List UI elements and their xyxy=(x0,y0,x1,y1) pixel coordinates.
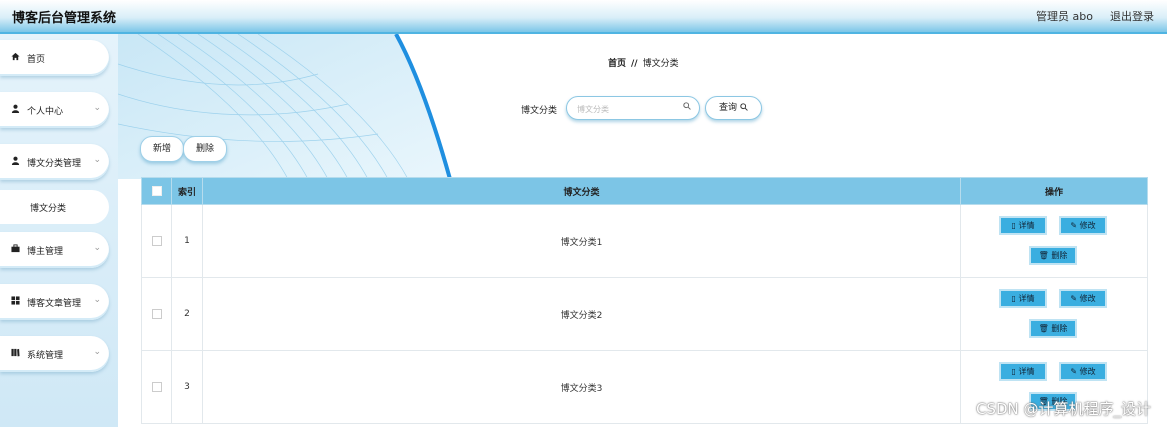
select-all-checkbox[interactable] xyxy=(151,185,162,196)
add-button[interactable]: 新增 xyxy=(140,136,184,162)
chevron-down-icon: ⌄ xyxy=(93,243,101,253)
column-header-category: 博文分类 xyxy=(202,177,961,205)
row-category: 博文分类2 xyxy=(202,277,961,351)
detail-button[interactable]: ▯ 详情 xyxy=(999,216,1047,235)
chevron-down-icon: ⌄ xyxy=(93,155,101,165)
trash-icon: 🗑︎ xyxy=(1038,251,1052,260)
row-checkbox[interactable] xyxy=(151,308,162,319)
sidebar-item-category-management[interactable]: 博文分类管理 ⌄ xyxy=(0,144,109,180)
detail-button-label: 详情 xyxy=(1018,294,1035,303)
edit-button[interactable]: ✎ 修改 xyxy=(1059,216,1107,235)
row-category: 博文分类1 xyxy=(202,204,961,278)
search-input[interactable] xyxy=(575,101,679,117)
delete-button[interactable]: 🗑︎ 删除 xyxy=(1029,319,1077,338)
user-icon xyxy=(11,156,21,166)
row-checkbox[interactable] xyxy=(151,235,162,246)
row-index: 2 xyxy=(171,277,203,351)
search-box xyxy=(566,96,700,120)
row-index: 1 xyxy=(171,204,203,278)
app-title: 博客后台管理系统 xyxy=(12,11,117,26)
sidebar-item-label: 博主管理 xyxy=(27,247,64,257)
home-icon xyxy=(11,52,21,62)
sidebar-item-label: 个人中心 xyxy=(27,107,64,117)
edit-button[interactable]: ✎ 修改 xyxy=(1059,289,1107,308)
sidebar-item-blogger-management[interactable]: 博主管理 ⌄ xyxy=(0,232,109,268)
row-category: 博文分类3 xyxy=(202,350,961,424)
sidebar-item-label: 首页 xyxy=(27,55,46,65)
pencil-icon: ✎ xyxy=(1070,294,1080,303)
sidebar-subitem-label: 博文分类 xyxy=(30,204,67,214)
detail-button[interactable]: ▯ 详情 xyxy=(999,289,1047,308)
sidebar-item-system-management[interactable]: 系统管理 ⌄ xyxy=(0,336,109,372)
edit-button[interactable]: ✎ 修改 xyxy=(1059,362,1107,381)
admin-username: 管理员 abo xyxy=(1036,10,1093,23)
batch-delete-button[interactable]: 删除 xyxy=(183,136,227,162)
column-header-actions: 操作 xyxy=(960,177,1148,205)
query-button[interactable]: 查询 xyxy=(705,96,762,120)
edit-button-label: 修改 xyxy=(1079,221,1096,230)
sidebar-item-personal-center[interactable]: 个人中心 ⌄ xyxy=(0,92,109,128)
table-header-row: 索引 博文分类 操作 xyxy=(141,177,1148,205)
sidebar-item-home[interactable]: 首页 xyxy=(0,40,109,76)
delete-button[interactable]: 🗑︎ 删除 xyxy=(1029,246,1077,265)
edit-button-label: 修改 xyxy=(1079,367,1096,376)
sidebar: 首页 个人中心 ⌄ 博文分类管理 ⌄ 博文分类 博主管理 ⌄ 博客文章管理 ⌄ xyxy=(0,34,118,427)
sidebar-item-label: 博文分类管理 xyxy=(27,159,82,169)
delete-button-label: 删除 xyxy=(1051,324,1068,333)
table-row: 2 博文分类2 ▯ 详情 ✎ 修改 🗑︎ 删除 xyxy=(141,277,1148,351)
user-icon xyxy=(11,104,21,114)
sidebar-item-label: 博客文章管理 xyxy=(27,299,82,309)
row-checkbox[interactable] xyxy=(151,381,162,392)
chevron-down-icon: ⌄ xyxy=(93,295,101,305)
table-row: 1 博文分类1 ▯ 详情 ✎ 修改 🗑︎ 删除 xyxy=(141,204,1148,278)
top-header: 博客后台管理系统 管理员 abo 退出登录 xyxy=(0,0,1167,34)
row-index: 3 xyxy=(171,350,203,424)
breadcrumb-current: 博文分类 xyxy=(642,59,679,69)
pencil-icon: ✎ xyxy=(1070,367,1080,376)
chevron-down-icon: ⌄ xyxy=(93,347,101,357)
query-button-label: 查询 xyxy=(719,103,738,113)
chevron-down-icon: ⌄ xyxy=(93,103,101,113)
detail-button[interactable]: ▯ 详情 xyxy=(999,362,1047,381)
breadcrumb-home[interactable]: 首页 xyxy=(608,59,626,69)
select-all-cell xyxy=(141,177,172,205)
search-icon xyxy=(740,103,748,113)
detail-button-label: 详情 xyxy=(1018,367,1035,376)
watermark: CSDN @计算机程序_设计 xyxy=(975,400,1151,418)
sidebar-subitem-category[interactable]: 博文分类 xyxy=(0,190,109,224)
edit-button-label: 修改 xyxy=(1079,294,1096,303)
pencil-icon: ✎ xyxy=(1070,221,1080,230)
grid-icon xyxy=(11,296,21,306)
trash-icon: 🗑︎ xyxy=(1038,324,1052,333)
delete-button-label: 删除 xyxy=(1051,251,1068,260)
briefcase-icon xyxy=(11,244,21,254)
logout-link[interactable]: 退出登录 xyxy=(1110,8,1154,24)
detail-button-label: 详情 xyxy=(1018,221,1035,230)
search-label: 博文分类 xyxy=(521,106,558,116)
breadcrumb-separator: // xyxy=(631,59,638,69)
column-header-index: 索引 xyxy=(171,177,203,205)
sidebar-item-label: 系统管理 xyxy=(27,351,64,361)
search-icon xyxy=(683,102,691,113)
breadcrumb: 首页 // 博文分类 xyxy=(608,56,679,69)
book-icon xyxy=(11,348,21,358)
category-table: 索引 博文分类 操作 1 博文分类1 ▯ 详情 ✎ 修改 🗑︎ 删除 2 博文分… xyxy=(141,177,1148,424)
sidebar-item-article-management[interactable]: 博客文章管理 ⌄ xyxy=(0,284,109,320)
